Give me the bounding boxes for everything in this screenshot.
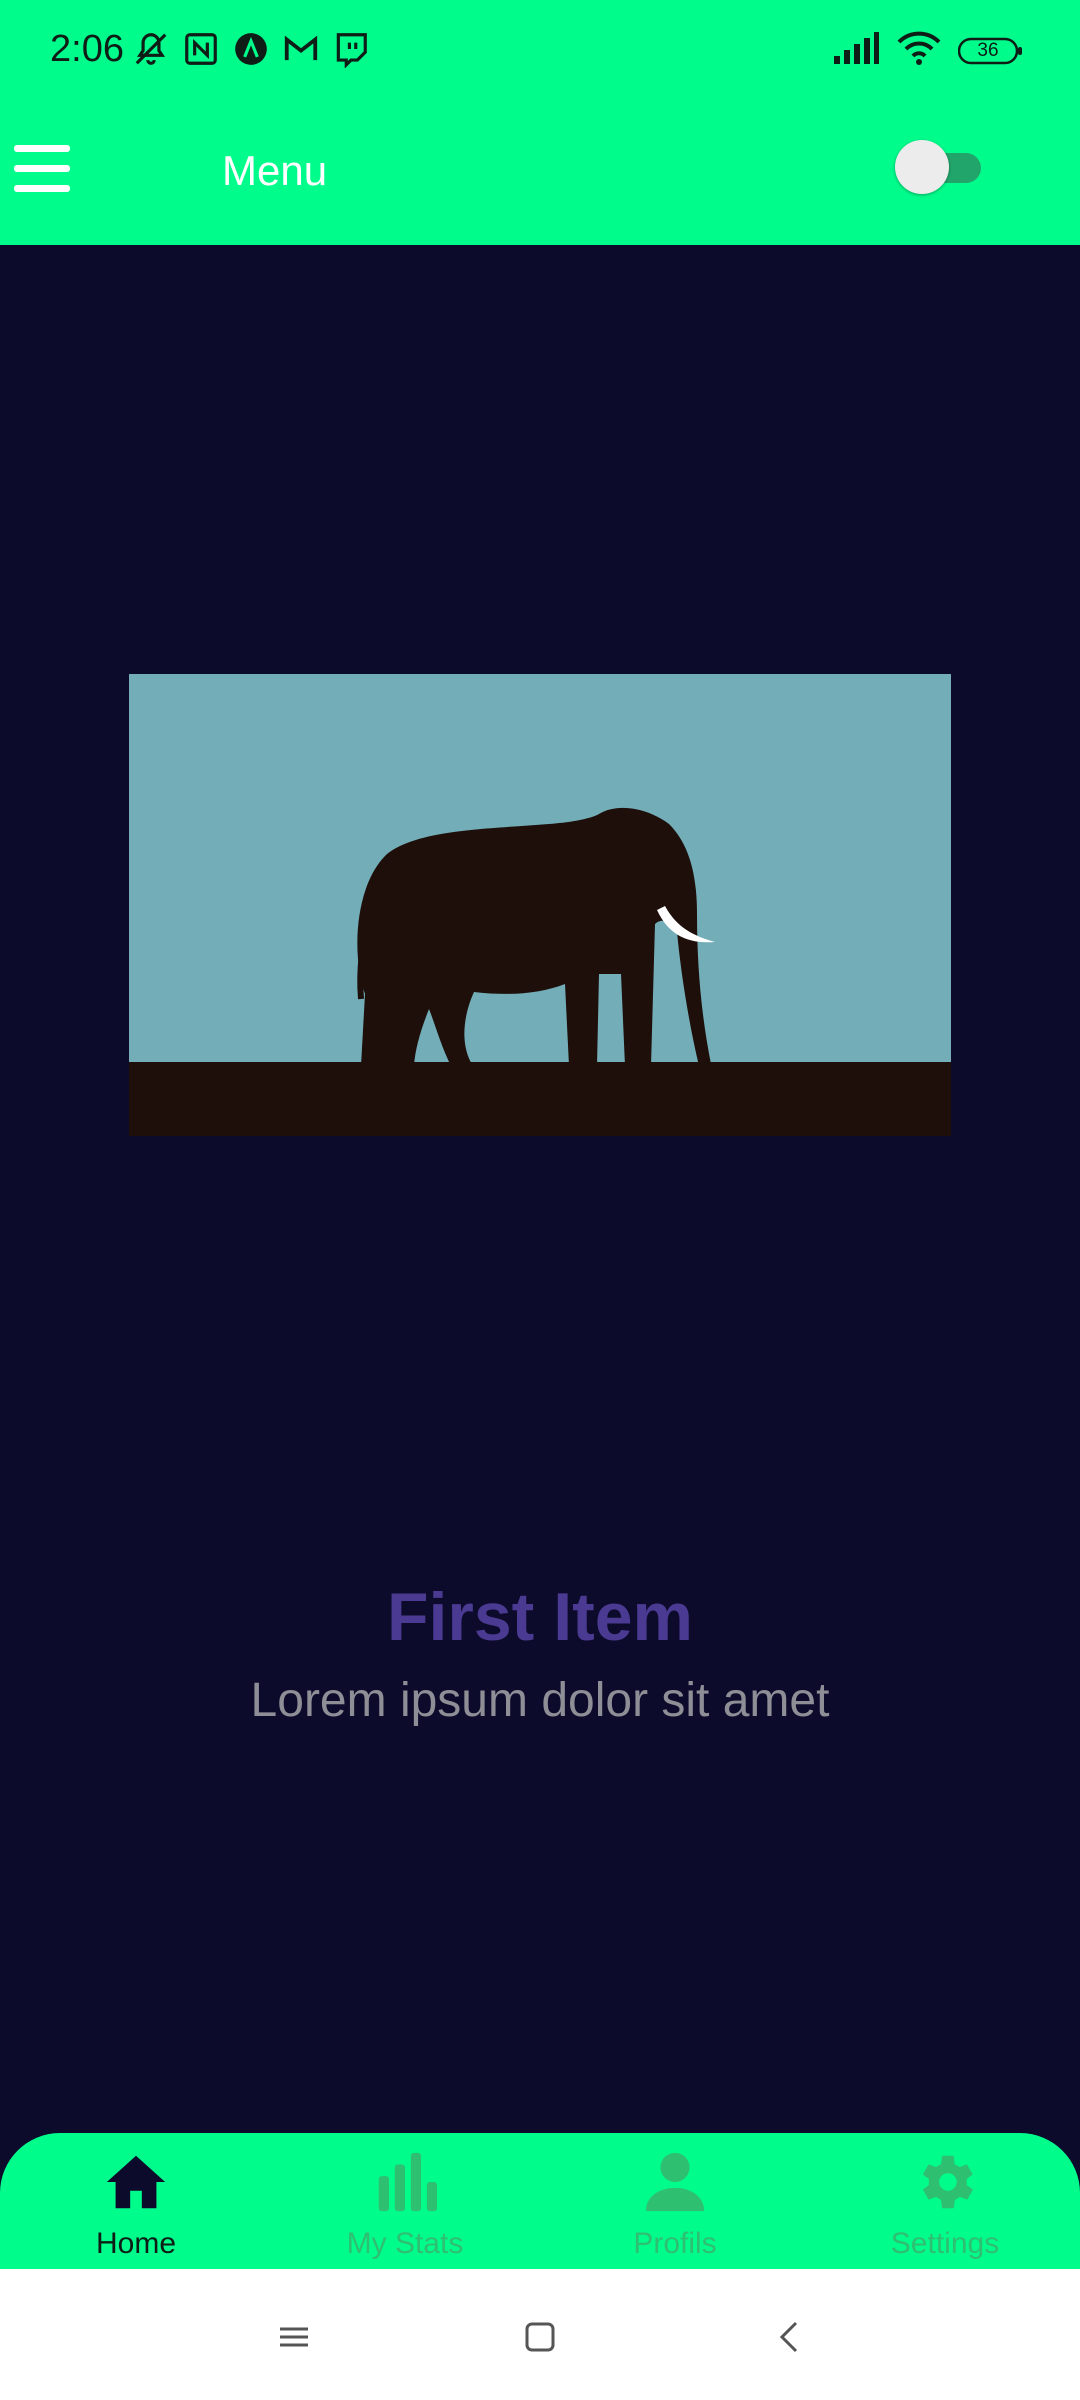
status-bar: 2:06 36 [0, 0, 1080, 105]
wifi-icon [896, 30, 942, 71]
nav-item-settings[interactable]: Settings [845, 2147, 1045, 2267]
home-icon [106, 2155, 166, 2209]
bar-chart-icon [378, 2152, 438, 2212]
nav-label-settings: Settings [890, 2227, 1000, 2260]
mute-icon [132, 30, 170, 68]
bottom-navigation: Home My Stats Profils Settings [0, 2133, 1080, 2269]
person-icon [645, 2152, 705, 2212]
app-bar-title: Menu [222, 147, 328, 194]
recent-apps-icon[interactable] [264, 2307, 324, 2367]
signal-icon [832, 30, 880, 71]
nav-label-profils: Profils [633, 2227, 717, 2260]
toggle-thumb [895, 140, 949, 194]
gmail-icon [282, 30, 320, 68]
twitch-icon [332, 30, 370, 69]
nfc-icon [182, 30, 220, 68]
app-a-icon [232, 30, 270, 68]
battery-level: 36 [977, 39, 999, 61]
nav-label-home: Home [95, 2227, 177, 2260]
system-navigation-bar [0, 2269, 1080, 2400]
nav-item-profils[interactable]: Profils [575, 2147, 775, 2267]
item-title: First Item [386, 1579, 694, 1655]
status-time: 2:06 [50, 28, 124, 70]
app-bar: Menu [0, 105, 1080, 245]
hamburger-menu-icon[interactable] [14, 145, 70, 193]
home-button-icon[interactable] [510, 2307, 570, 2367]
elephant-image [129, 674, 951, 1136]
nav-item-home[interactable]: Home [36, 2147, 236, 2267]
theme-toggle[interactable] [895, 140, 981, 194]
nav-item-my-stats[interactable]: My Stats [305, 2147, 505, 2267]
back-icon[interactable] [760, 2307, 820, 2367]
item-subtitle: Lorem ipsum dolor sit amet [250, 1674, 830, 1727]
gear-icon [922, 2155, 973, 2209]
status-indicators: 36 [832, 30, 1024, 71]
battery-icon: 36 [958, 36, 1024, 66]
nav-label-my-stats: My Stats [346, 2227, 464, 2260]
notification-icons [132, 30, 370, 69]
